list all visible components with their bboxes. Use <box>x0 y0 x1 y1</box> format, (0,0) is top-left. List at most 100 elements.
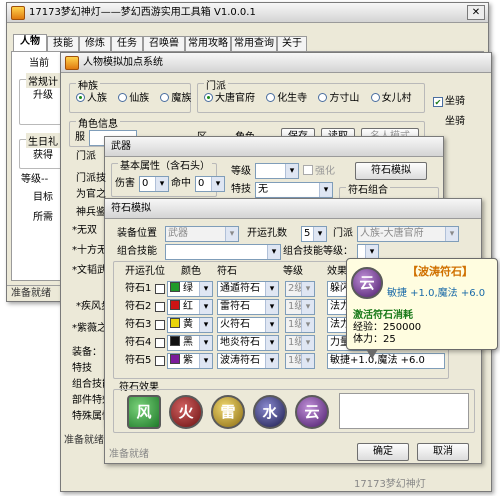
holes-label: 开运孔数 <box>247 228 287 239</box>
gem-row-name: 符石1 <box>125 283 152 294</box>
color-swatch-icon <box>170 354 180 364</box>
gem-row-color-select[interactable]: 红 <box>167 299 213 315</box>
gem-row-color-select[interactable]: 黄 <box>167 317 213 333</box>
tab-guides[interactable]: 常用攻略 <box>185 36 231 51</box>
gem-row-color-select[interactable]: 绿 <box>167 281 213 297</box>
combo-skill-label: 组合技能 <box>117 246 157 257</box>
label-required: 所需 <box>33 212 53 223</box>
race-human-radio[interactable] <box>76 93 85 102</box>
school-datang[interactable]: 大唐官府 <box>204 93 255 104</box>
strengthen-checkbox[interactable]: 强化 <box>303 165 335 179</box>
race-immortal-radio[interactable] <box>118 93 128 102</box>
gem-row-gem-select[interactable]: 波涛符石 <box>217 353 279 369</box>
gem-row-gem-select[interactable]: 地炎符石 <box>217 335 279 351</box>
special-peek-label: 特技 <box>72 363 92 374</box>
label-upgrade: 升级 <box>33 90 53 101</box>
gem-row-checkbox[interactable] <box>155 320 165 330</box>
label-level: 等级-- <box>21 174 49 185</box>
gem-row-checkbox[interactable] <box>155 284 165 294</box>
race-group: 种族 人族 仙族 魔族 <box>69 77 191 113</box>
school-huasheng-radio[interactable] <box>266 93 276 102</box>
gem-row-gem-select[interactable]: 雷符石 <box>217 299 279 315</box>
gem-effect-textbox[interactable] <box>339 393 469 429</box>
gem-row-level-select[interactable]: 1级 <box>285 335 315 351</box>
level-select[interactable] <box>255 163 299 179</box>
color-swatch-icon <box>170 300 180 310</box>
attr-window-icon <box>65 56 79 70</box>
label-obtain: 获得 <box>33 150 53 161</box>
col-color: 颜色 <box>181 266 201 277</box>
color-swatch-icon <box>170 336 180 346</box>
special-select[interactable]: 无 <box>255 182 333 198</box>
gem-row-checkbox[interactable] <box>155 356 165 366</box>
wind-gem-icon[interactable]: 风 <box>127 395 161 429</box>
mount-check-icon[interactable]: ✔ <box>433 97 443 107</box>
gem-row-name: 符石3 <box>125 319 152 330</box>
tab-pets[interactable]: 召唤兽 <box>143 36 185 51</box>
gem-school-select[interactable]: 人族-大唐官府 <box>357 226 459 242</box>
slot-select[interactable]: 武器 <box>165 226 239 242</box>
gem-row-level-select[interactable]: 1级 <box>285 299 315 315</box>
gem-row-checkbox[interactable] <box>155 302 165 312</box>
tab-cultivation[interactable]: 修炼 <box>79 36 111 51</box>
gem-row-color-select[interactable]: 黑 <box>167 335 213 351</box>
gem-row-name: 符石4 <box>125 337 152 348</box>
tab-skills[interactable]: 技能 <box>47 36 79 51</box>
col-effect: 效果 <box>327 266 347 277</box>
race-immortal[interactable]: 仙族 <box>118 93 149 104</box>
mount-checkbox[interactable]: ✔ 坐骑 <box>433 95 465 109</box>
gem-row-effect: 敏捷+1.0,魔法 +6.0 <box>327 353 445 369</box>
tab-about[interactable]: 关于 <box>277 36 307 51</box>
main-close-button[interactable]: ✕ <box>467 5 485 20</box>
race-human[interactable]: 人族 <box>76 93 107 104</box>
fire-gem-icon[interactable]: 火 <box>169 395 203 429</box>
school-nver-radio[interactable] <box>370 93 380 102</box>
wave-gem-icon[interactable]: 云 <box>295 395 329 429</box>
cancel-button[interactable]: 取消 <box>417 443 469 461</box>
combo-skill-select[interactable] <box>165 244 281 260</box>
label-current: 当前 <box>29 58 49 69</box>
color-swatch-icon <box>170 282 180 292</box>
hurt-select[interactable]: 0 <box>139 176 169 192</box>
footer-caption: 17173梦幻神灯 <box>354 479 426 490</box>
holes-select[interactable]: 5 <box>301 226 327 242</box>
col-gem: 符石 <box>217 266 237 277</box>
hit-label: 命中 <box>171 178 191 189</box>
school-huasheng[interactable]: 化生寺 <box>266 93 307 104</box>
race-demon-radio[interactable] <box>160 93 170 102</box>
hurt-label: 伤害 <box>115 178 135 189</box>
tab-person[interactable]: 人物 <box>13 34 47 52</box>
school-datang-radio[interactable] <box>204 93 213 102</box>
gem-row-level-select[interactable]: 1级 <box>285 353 315 369</box>
app-icon <box>11 6 25 20</box>
tooltip-pointer <box>366 349 378 359</box>
gem-row-level-select[interactable]: 1级 <box>285 317 315 333</box>
mount-label: 坐骑 <box>445 116 465 127</box>
tab-quests[interactable]: 任务 <box>111 36 143 51</box>
school-nver[interactable]: 女儿村 <box>370 93 412 104</box>
col-holes: 开运孔位 <box>125 266 165 277</box>
special-label: 特技 <box>231 184 251 195</box>
school-fangcun-radio[interactable] <box>318 93 328 102</box>
server-label: 服 <box>75 132 85 143</box>
hit-select[interactable]: 0 <box>195 176 225 192</box>
gem-row-gem-select[interactable]: 火符石 <box>217 317 279 333</box>
strengthen-check-icon[interactable] <box>303 165 313 175</box>
gem-row-gem-select[interactable]: 通遁符石 <box>217 281 279 297</box>
gem-status: 准备就绪 <box>109 449 149 460</box>
tab-queries[interactable]: 常用查询 <box>231 36 277 51</box>
main-status-text: 准备就绪 <box>64 435 104 446</box>
thunder-gem-icon[interactable]: 雷 <box>211 395 245 429</box>
gem-row-name: 符石2 <box>125 301 152 312</box>
gem-simulate-button[interactable]: 符石模拟 <box>355 162 427 180</box>
gem-row-level-select[interactable]: 2级 <box>285 281 315 297</box>
water-gem-icon[interactable]: 水 <box>253 395 287 429</box>
gem-row-checkbox[interactable] <box>155 338 165 348</box>
color-swatch-icon <box>170 318 180 328</box>
gem-row-color-select[interactable]: 紫 <box>167 353 213 369</box>
school-fangcun[interactable]: 方寸山 <box>318 93 359 104</box>
gem-school-label: 门派 <box>333 228 353 239</box>
ok-button[interactable]: 确定 <box>357 443 409 461</box>
race-demon[interactable]: 魔族 <box>160 93 191 104</box>
divine-peek-label: 神兵鉴 <box>76 207 106 218</box>
